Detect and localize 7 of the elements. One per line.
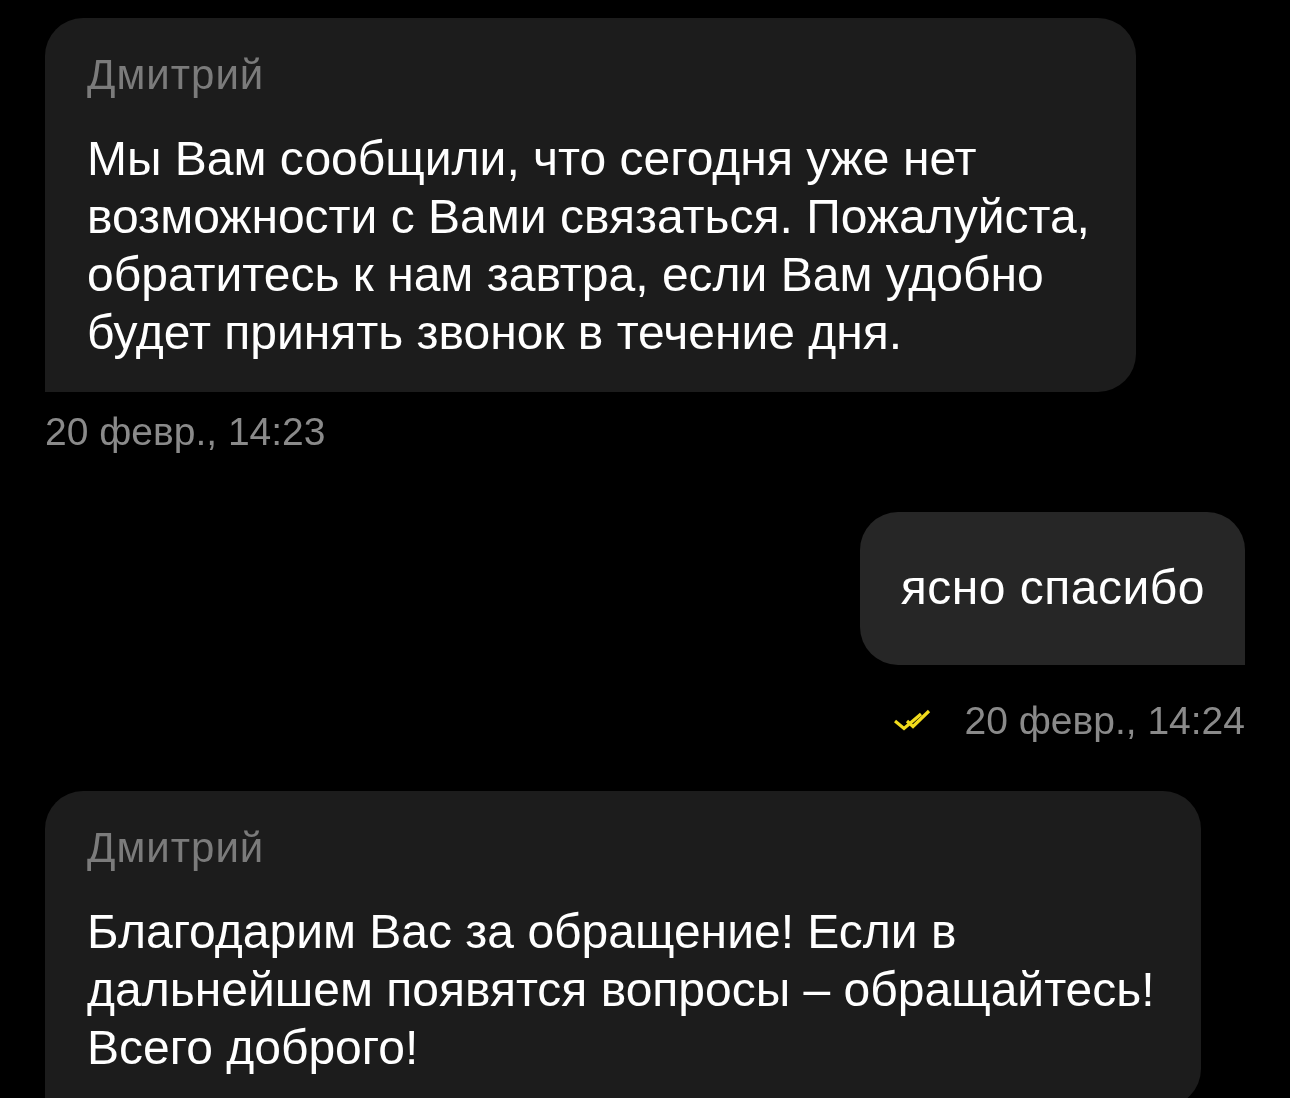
sender-name: Дмитрий xyxy=(87,52,266,98)
message-text: ясно спасибо xyxy=(900,560,1205,616)
message-time: 20 февр., 14:23 xyxy=(45,410,326,454)
message-text: Благодарим Вас за обращение! Если в дальнейшем появятся вопросы – обращайтесь! Всего доброго! xyxy=(87,904,1155,1076)
message-text: Мы Вам сообщили, что сегодня уже нет возможности с Вами связаться. Пожалуйста, обратитесь к нам завтра, если Вам удобно будет принять звонок в течение дня. xyxy=(87,131,1090,361)
message-time: 20 февр., 14:24 xyxy=(964,699,1245,743)
sender-name: Дмитрий xyxy=(87,825,266,871)
